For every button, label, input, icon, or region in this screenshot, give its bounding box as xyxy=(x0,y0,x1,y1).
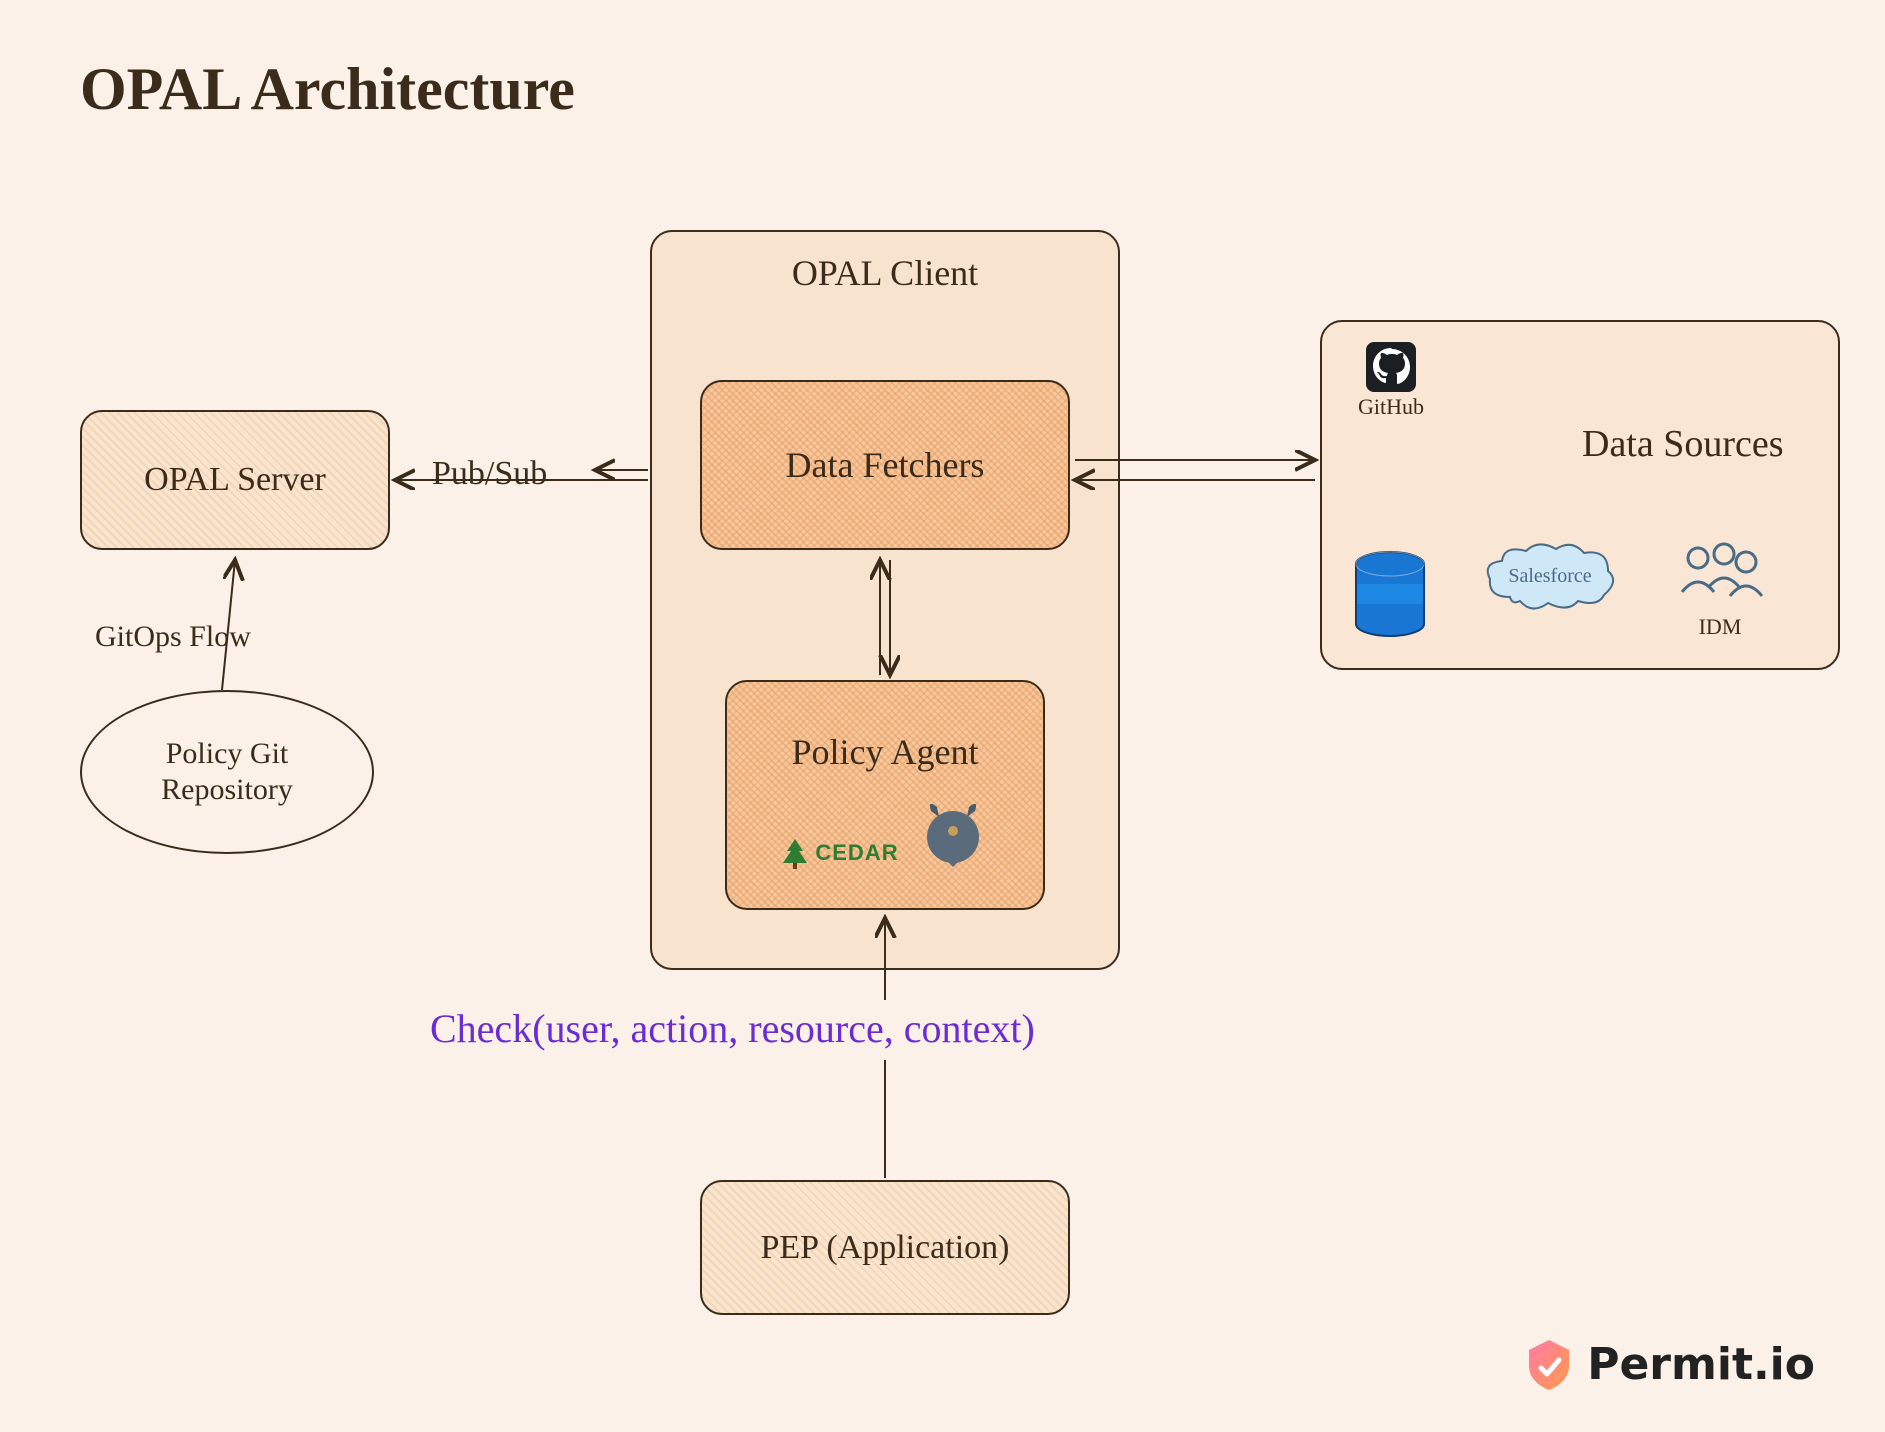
idm-people-icon xyxy=(1670,540,1770,614)
github-icon xyxy=(1364,340,1418,394)
opal-server-box: OPAL Server xyxy=(80,410,390,550)
policy-agent-icons: CEDAR xyxy=(781,797,988,869)
check-call-label: Check(user, action, resource, context) xyxy=(430,1005,1035,1052)
opal-client-label: OPAL Client xyxy=(792,252,978,294)
database-icon xyxy=(1350,550,1430,640)
github-block: GitHub xyxy=(1346,340,1436,420)
idm-block: IDM xyxy=(1670,540,1770,640)
permit-text: Permit.io xyxy=(1587,1339,1815,1390)
pep-label: PEP (Application) xyxy=(761,1229,1010,1267)
github-label: GitHub xyxy=(1358,394,1424,420)
idm-label: IDM xyxy=(1699,614,1742,640)
cedar-logo: CEDAR xyxy=(781,837,898,869)
data-sources-box: GitHub Data Sources Salesforce I xyxy=(1320,320,1840,670)
salesforce-label: Salesforce xyxy=(1508,565,1591,588)
diagram-title: OPAL Architecture xyxy=(80,55,575,124)
policy-agent-box: Policy Agent CEDAR xyxy=(725,680,1045,910)
data-fetchers-label: Data Fetchers xyxy=(786,444,985,486)
ds-bottom-row: Salesforce IDM xyxy=(1350,537,1770,640)
opal-server-label: OPAL Server xyxy=(144,461,326,499)
salesforce-block: Salesforce xyxy=(1480,537,1620,640)
pubsub-label: Pub/Sub xyxy=(432,455,547,493)
data-fetchers-box: Data Fetchers xyxy=(700,380,1070,550)
policy-git-repo: Policy Git Repository xyxy=(80,690,374,854)
gitops-flow-label: GitOps Flow xyxy=(95,620,251,654)
policy-agent-label: Policy Agent xyxy=(792,731,979,773)
cedar-text: CEDAR xyxy=(815,840,898,866)
opa-viking-icon xyxy=(917,797,989,869)
permit-badge-icon xyxy=(1521,1336,1577,1392)
permit-logo: Permit.io xyxy=(1521,1336,1815,1392)
pep-box: PEP (Application) xyxy=(700,1180,1070,1315)
cedar-tree-icon xyxy=(781,837,809,869)
data-sources-label: Data Sources xyxy=(1582,422,1784,466)
